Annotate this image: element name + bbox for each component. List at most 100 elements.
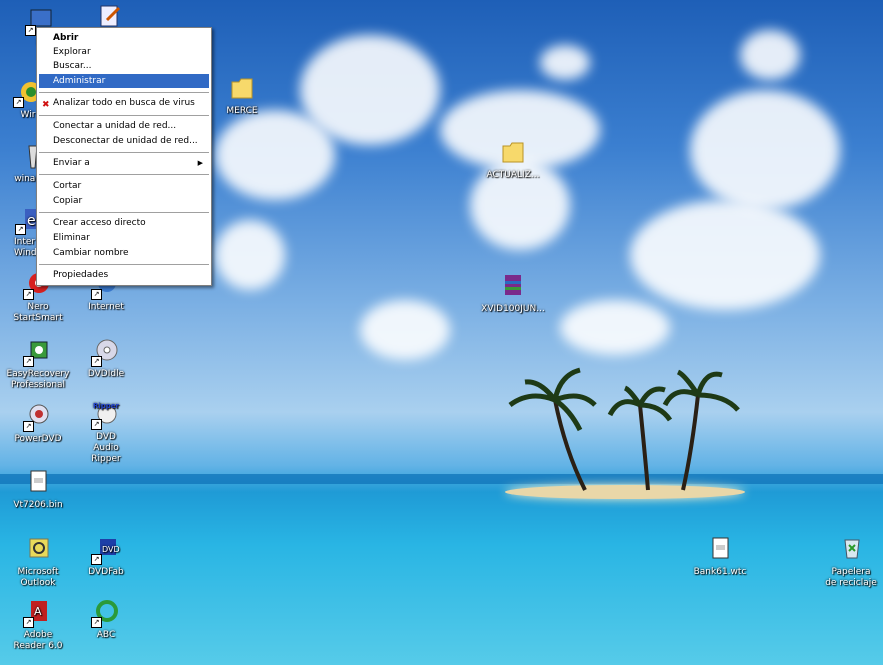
menu-item-label: Crear acceso directo [53,218,146,228]
context-menu: Abrir Explorar Buscar... Administrar ✖ A… [36,27,212,286]
desktop-icon-vt7206-bin[interactable]: Vt7206.bin [0,468,76,511]
desktop-icon-label: XVID100JUN... [481,304,545,314]
menu-item-crear-acceso-directo[interactable]: Crear acceso directo [39,216,209,230]
menu-item-label: Eliminar [53,233,90,243]
ripper-icon-text: Ripper [93,402,120,410]
svg-text:DVD: DVD [102,545,120,554]
menu-item-analizar-virus[interactable]: ✖ Analizar todo en busca de virus [39,96,209,110]
desktop-icon-label: PowerDVD [14,434,62,444]
shortcut-arrow-icon: ↗ [23,356,34,367]
desktop-icon-dvdfab[interactable]: DVD ↗ DVDFab [68,535,144,578]
submenu-arrow-icon: ▶ [197,159,203,167]
desktop-icon-label: DVDIdle [87,369,125,379]
menu-item-label: Explorar [53,47,91,57]
cloud [360,300,450,360]
desktop-icon-label: ABC [96,630,116,640]
shortcut-arrow-icon: ↗ [91,289,102,300]
desktop-icon-label: Bank61.wtc [693,567,747,577]
menu-separator [39,174,209,175]
desktop-icon-abc[interactable]: ↗ ABC [68,598,144,641]
desktop-icon-label: EasyRecovery Professional [6,369,70,390]
shortcut-arrow-icon: ↗ [91,617,102,628]
menu-separator [39,92,209,93]
desktop-icon-label: Adobe Reader 6.0 [13,630,63,651]
menu-item-label: Cortar [53,181,82,191]
adobe-reader-icon: A ↗ [23,598,53,628]
menu-separator [39,115,209,116]
menu-item-label: Conectar a unidad de red... [53,121,177,131]
easyrecovery-icon: ↗ [23,337,53,367]
shortcut-arrow-icon: ↗ [91,356,102,367]
cloud [560,300,670,355]
svg-text:A: A [34,605,42,618]
menu-item-enviar-a[interactable]: Enviar a ▶ [39,156,209,170]
desktop-icon-label: DVD Audio Ripper [91,432,121,464]
menu-separator [39,212,209,213]
desktop-icon-easyrecovery[interactable]: ↗ EasyRecovery Professional [0,337,76,391]
menu-item-label: Administrar [53,76,106,86]
shortcut-arrow-icon: ↗ [23,617,34,628]
dvdfab-icon: DVD ↗ [91,535,121,565]
desktop-icon-label: Wir [20,110,36,120]
menu-item-label: Cambiar nombre [53,248,129,258]
desktop-icon-powerdvd[interactable]: ↗ PowerDVD [0,402,76,445]
menu-item-label: Desconectar de unidad de red... [53,136,198,146]
antivirus-icon: ✖ [42,100,50,110]
desktop-icon-dvd-audio-ripper[interactable]: Ripper ↗ DVD Audio Ripper [68,400,144,465]
powerdvd-icon: ↗ [23,402,53,432]
cloud [740,30,800,80]
desktop-icon-label: MERCE [226,106,258,116]
desktop-icon-xvid-archive[interactable]: XVID100JUN... [475,272,551,315]
menu-item-cambiar-nombre[interactable]: Cambiar nombre [39,246,209,260]
menu-item-eliminar[interactable]: Eliminar [39,231,209,245]
menu-separator [39,152,209,153]
desktop-icon-bank61-wtc[interactable]: Bank61.wtc [682,535,758,578]
disc-icon: ↗ [91,337,121,367]
folder-icon [498,138,528,168]
menu-item-explorar[interactable]: Explorar [39,45,209,59]
desktop-icon-label: DVDFab [88,567,124,577]
horizon [0,474,883,484]
desktop-icon-microsoft-outlook[interactable]: Microsoft Outlook [0,535,76,589]
menu-item-copiar[interactable]: Copiar [39,194,209,208]
menu-item-administrar[interactable]: Administrar [39,74,209,88]
desktop-icon-label: Internet [88,302,124,312]
menu-item-abrir[interactable]: Abrir [39,31,209,45]
shortcut-arrow-icon: ↗ [23,421,34,432]
menu-item-buscar[interactable]: Buscar... [39,59,209,73]
shortcut-arrow-icon: ↗ [23,289,34,300]
desktop-icon-label: ACTUALIZ... [486,170,540,180]
outlook-icon [23,535,53,565]
cloud [215,220,285,290]
shortcut-arrow-icon: ↗ [91,554,102,565]
menu-separator [39,264,209,265]
menu-item-propiedades[interactable]: Propiedades [39,268,209,282]
desktop-icon-recycle-bin[interactable]: Papelera de reciclaje [813,535,883,589]
menu-item-desconectar-unidad-red[interactable]: Desconectar de unidad de red... [39,134,209,148]
cloud [690,90,840,210]
cloud [540,45,590,80]
desktop-icon-label: Papelera de reciclaje [825,567,877,588]
svg-text:e: e [27,213,36,229]
palm-trees [508,367,740,491]
menu-item-conectar-unidad-red[interactable]: Conectar a unidad de red... [39,119,209,133]
desktop-icon-label: Microsoft Outlook [17,567,59,588]
desktop-icon-label: Nero StartSmart [13,302,63,323]
menu-item-cortar[interactable]: Cortar [39,179,209,193]
desktop-icon-adobe-reader[interactable]: A ↗ Adobe Reader 6.0 [0,598,76,652]
folder-icon [227,74,257,104]
desktop-icon-merce-folder[interactable]: MERCE [204,74,280,117]
file-icon [705,535,735,565]
abc-icon: ↗ [91,598,121,628]
shortcut-arrow-icon: ↗ [91,419,102,430]
menu-item-label: Buscar... [53,61,92,71]
desktop-wallpaper[interactable]: ↗ M ↗ Wir winamp e ↗ Inter Wind MERCE [0,0,883,665]
menu-item-label: Propiedades [53,270,109,280]
winrar-archive-icon [498,272,528,302]
shortcut-arrow-icon: ↗ [15,224,26,235]
menu-item-label: Copiar [53,196,83,206]
desktop-icon-actualiz-folder[interactable]: ACTUALIZ... [475,138,551,181]
desktop-icon-dvdidle[interactable]: ↗ DVDIdle [68,337,144,380]
desktop-icon-label: Vt7206.bin [13,500,63,510]
shortcut-arrow-icon: ↗ [25,25,36,36]
